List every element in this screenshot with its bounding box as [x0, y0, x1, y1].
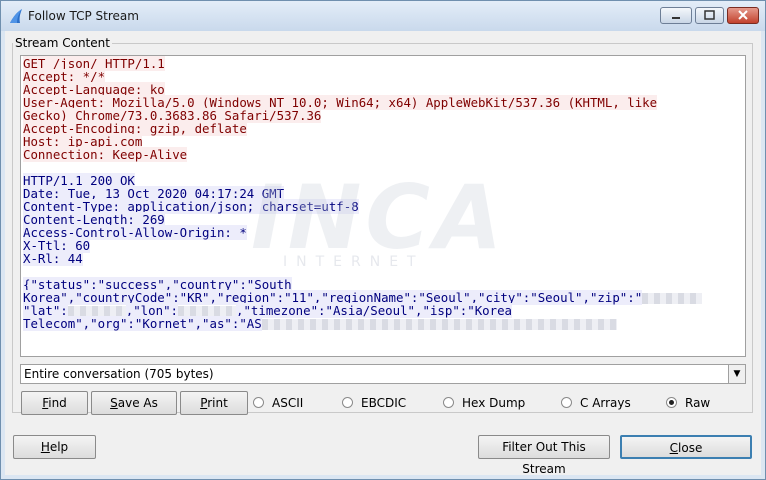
redacted-as [261, 319, 617, 330]
radio-c-arrays-dot[interactable] [561, 397, 572, 408]
conversation-select-value: Entire conversation (705 bytes) [24, 367, 214, 381]
minimize-icon [672, 17, 680, 19]
window-title: Follow TCP Stream [28, 9, 139, 23]
maximize-icon [704, 10, 715, 20]
print-button[interactable]: Print [180, 391, 248, 415]
radio-ebcdic-label: EBCDIC [361, 396, 407, 410]
radio-ascii-dot[interactable] [253, 397, 264, 408]
dropdown-arrow-icon[interactable]: ▼ [728, 365, 745, 383]
radio-ebcdic-dot[interactable] [342, 397, 353, 408]
follow-tcp-stream-window: Follow TCP Stream Stream Content INCA IN… [0, 0, 766, 480]
inca-watermark-subtext: INTERNET [283, 254, 425, 270]
radio-hex-dump[interactable]: Hex Dump [443, 395, 525, 411]
stream-content-text[interactable]: INCA INTERNET GET /json/ HTTP/1.1 Accept… [20, 55, 746, 357]
minimize-button[interactable] [660, 7, 692, 24]
title-bar[interactable]: Follow TCP Stream [1, 1, 765, 31]
close-icon [738, 10, 748, 20]
radio-raw-dot[interactable] [666, 397, 677, 408]
wireshark-fin-icon [10, 9, 22, 23]
filter-out-stream-button[interactable]: Filter Out This Stream [478, 435, 610, 476]
radio-ascii[interactable]: ASCII [253, 395, 303, 411]
radio-raw-label: Raw [685, 396, 711, 410]
response-line: X-Rl: 44 [23, 251, 83, 266]
stream-text: GET /json/ HTTP/1.1 Accept: */* Accept-L… [21, 56, 745, 331]
json-line: ,"timezone":"Asia/Seoul","isp":"Korea [235, 303, 512, 318]
radio-ebcdic[interactable]: EBCDIC [342, 395, 406, 411]
save-as-button[interactable]: Save As [91, 391, 177, 415]
dialog-body: Stream Content INCA INTERNET GET /json/ … [5, 31, 761, 476]
radio-c-arrays-label: C Arrays [580, 396, 631, 410]
conversation-select[interactable]: Entire conversation (705 bytes) ▼ [20, 364, 746, 384]
radio-hex-dump-label: Hex Dump [462, 396, 526, 410]
radio-c-arrays[interactable]: C Arrays [561, 395, 631, 411]
maximize-button[interactable] [695, 7, 724, 24]
radio-ascii-label: ASCII [272, 396, 304, 410]
request-line: Connection: Keep-Alive [23, 147, 188, 162]
radio-hex-dump-dot[interactable] [443, 397, 454, 408]
help-button[interactable]: Help [13, 435, 96, 459]
json-line: Telecom","org":"Kornet","as":"AS [23, 316, 262, 331]
find-button[interactable]: Find [21, 391, 88, 415]
radio-raw[interactable]: Raw [666, 395, 710, 411]
close-button[interactable]: Close [620, 435, 752, 459]
close-window-button[interactable] [727, 7, 759, 24]
redacted-zip [642, 293, 703, 304]
stream-content-label: Stream Content [13, 36, 112, 50]
